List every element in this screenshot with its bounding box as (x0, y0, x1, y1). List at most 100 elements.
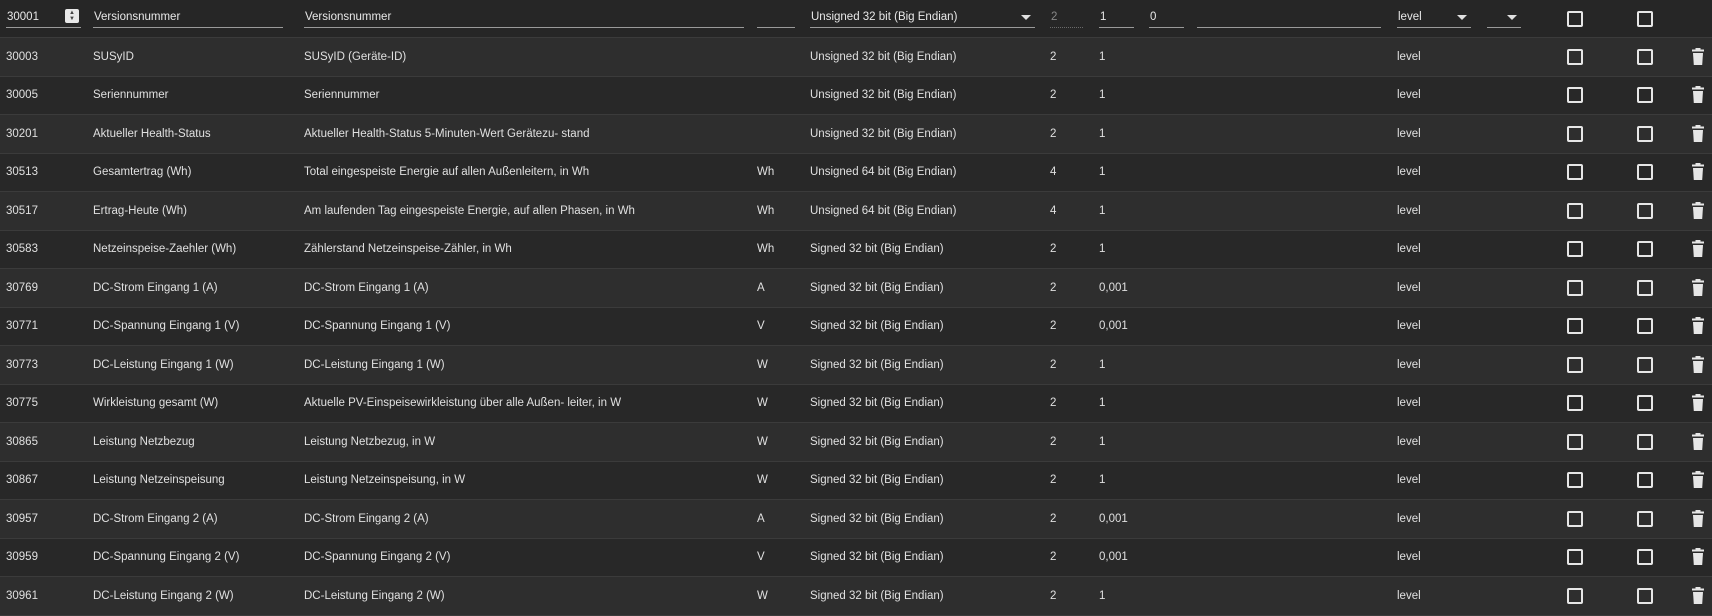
role-cell: level (1397, 204, 1421, 217)
checkbox-icon[interactable] (1637, 510, 1653, 527)
table-row[interactable]: 30201 Aktueller Health-Status Aktueller … (0, 115, 1712, 154)
table-row[interactable]: 30771 DC-Spannung Eingang 1 (V) DC-Spann… (0, 307, 1712, 346)
factor-input[interactable]: 1 (1099, 6, 1134, 28)
table-row[interactable]: 30957 DC-Strom Eingang 2 (A) DC-Strom Ei… (0, 500, 1712, 539)
checkbox-icon[interactable] (1567, 587, 1583, 604)
checkbox-icon[interactable] (1637, 472, 1653, 489)
checkbox-icon[interactable] (1637, 241, 1653, 258)
checkbox-icon[interactable] (1637, 164, 1653, 181)
role-cell: level (1397, 281, 1421, 294)
checkbox-icon[interactable] (1637, 433, 1653, 450)
checkbox-icon[interactable] (1637, 10, 1653, 27)
checkbox-cell (1637, 231, 1653, 269)
checkbox-icon[interactable] (1637, 48, 1653, 65)
unit-cell: W (757, 397, 768, 410)
name-cell: DC-Strom Eingang 2 (A) (93, 512, 218, 525)
checkbox-icon[interactable] (1567, 48, 1583, 65)
delete-button[interactable] (1688, 500, 1708, 538)
checkbox-icon[interactable] (1637, 587, 1653, 604)
checkbox-icon[interactable] (1567, 433, 1583, 450)
checkbox-icon[interactable] (1637, 395, 1653, 412)
description-input[interactable]: Versionsnummer (304, 6, 744, 28)
delete-button[interactable] (1688, 38, 1708, 76)
checkbox-icon[interactable] (1567, 87, 1583, 104)
address-input[interactable]: 30001 ▲ ▼ (6, 6, 81, 28)
delete-button[interactable] (1688, 308, 1708, 346)
delete-button[interactable] (1688, 115, 1708, 153)
checkbox-icon[interactable] (1567, 10, 1583, 27)
table-row[interactable]: 30865 Leistung Netzbezug Leistung Netzbe… (0, 423, 1712, 462)
description-cell: Total eingespeiste Energie auf allen Auß… (304, 166, 590, 179)
table-row[interactable]: 30867 Leistung Netzeinspeisung Leistung … (0, 461, 1712, 500)
checkbox-icon[interactable] (1567, 164, 1583, 181)
name-cell: DC-Leistung Eingang 1 (W) (93, 358, 234, 371)
checkbox-icon[interactable] (1637, 356, 1653, 373)
checkbox-icon[interactable] (1567, 241, 1583, 258)
delete-button[interactable] (1688, 77, 1708, 115)
table-row[interactable]: 30773 DC-Leistung Eingang 1 (W) DC-Leist… (0, 346, 1712, 385)
checkbox-icon[interactable] (1637, 87, 1653, 104)
checkbox-icon[interactable] (1567, 472, 1583, 489)
role-select[interactable]: level (1397, 6, 1471, 28)
checkbox-cell (1567, 154, 1583, 192)
delete-button[interactable] (1688, 423, 1708, 461)
checkbox-icon[interactable] (1567, 318, 1583, 335)
checkbox-icon[interactable] (1567, 279, 1583, 296)
checkbox-cell (1567, 269, 1583, 307)
delete-button[interactable] (1688, 577, 1708, 615)
delete-button[interactable] (1688, 346, 1708, 384)
table-row[interactable]: 30583 Netzeinspeise-Zaehler (Wh) Zählers… (0, 230, 1712, 269)
checkbox-icon[interactable] (1567, 125, 1583, 142)
delete-button[interactable] (1688, 231, 1708, 269)
checkbox-icon[interactable] (1567, 510, 1583, 527)
table-row[interactable]: 30003 SUSyID SUSyID (Geräte-ID) Unsigned… (0, 38, 1712, 77)
role-cell: level (1397, 512, 1421, 525)
table-row[interactable]: 30769 DC-Strom Eingang 1 (A) DC-Strom Ei… (0, 269, 1712, 308)
type-cell: Signed 32 bit (Big Endian) (810, 358, 944, 371)
formula-input[interactable] (1197, 6, 1381, 28)
checkbox-icon[interactable] (1637, 318, 1653, 335)
checkbox-icon[interactable] (1567, 395, 1583, 412)
type-cell: Unsigned 32 bit (Big Endian) (810, 127, 957, 140)
name-input[interactable]: Versionsnummer (93, 6, 283, 28)
delete-button[interactable] (1688, 539, 1708, 577)
delete-button[interactable] (1688, 154, 1708, 192)
checkbox-icon[interactable] (1567, 549, 1583, 566)
table-row[interactable]: 30517 Ertrag-Heute (Wh) Am laufenden Tag… (0, 192, 1712, 231)
length-input[interactable]: 2 (1050, 6, 1083, 28)
table-row[interactable]: 30961 DC-Leistung Eingang 2 (W) DC-Leist… (0, 577, 1712, 616)
offset-input[interactable]: 0 (1149, 6, 1184, 28)
checkbox-icon[interactable] (1637, 549, 1653, 566)
address-cell: 30959 (6, 551, 38, 564)
role-cell: level (1397, 320, 1421, 333)
delete-button[interactable] (1688, 462, 1708, 500)
delete-button[interactable] (1688, 269, 1708, 307)
trash-icon (1692, 586, 1704, 604)
table-row[interactable]: 30959 DC-Spannung Eingang 2 (V) DC-Spann… (0, 538, 1712, 577)
address-cell: 30513 (6, 166, 38, 179)
chevron-down-icon (1507, 15, 1517, 20)
type-cell: Unsigned 64 bit (Big Endian) (810, 204, 957, 217)
number-spinner-icon[interactable]: ▲ ▼ (65, 9, 79, 23)
type-cell: Signed 32 bit (Big Endian) (810, 474, 944, 487)
secondary-select[interactable] (1487, 6, 1521, 28)
type-select[interactable]: Unsigned 32 bit (Big Endian) (810, 6, 1035, 28)
table-row[interactable]: 30005 Seriennummer Seriennummer Unsigned… (0, 76, 1712, 115)
delete-button[interactable] (1688, 192, 1708, 230)
unit-cell: Wh (757, 166, 775, 179)
checkbox-icon[interactable] (1637, 202, 1653, 219)
checkbox-icon[interactable] (1567, 202, 1583, 219)
table-row[interactable]: 30513 Gesamtertrag (Wh) Total eingespeis… (0, 153, 1712, 192)
checkbox-icon[interactable] (1567, 356, 1583, 373)
type-cell: Signed 32 bit (Big Endian) (810, 281, 944, 294)
checkbox-icon[interactable] (1637, 125, 1653, 142)
checkbox-cell (1567, 577, 1583, 615)
length-cell: 4 (1050, 166, 1057, 179)
unit-input[interactable] (757, 6, 795, 28)
checkbox-icon[interactable] (1637, 279, 1653, 296)
address-cell: 30771 (6, 320, 38, 333)
description-cell: DC-Strom Eingang 2 (A) (304, 512, 429, 525)
checkbox-cell (1567, 308, 1583, 346)
delete-button[interactable] (1688, 385, 1708, 423)
table-row[interactable]: 30775 Wirkleistung gesamt (W) Aktuelle P… (0, 384, 1712, 423)
